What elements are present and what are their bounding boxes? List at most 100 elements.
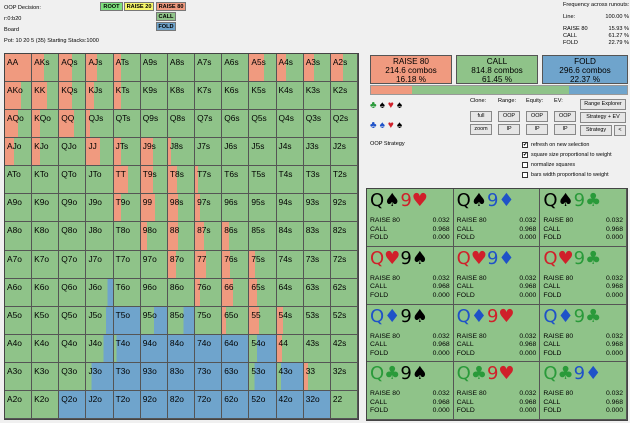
range-ip-button[interactable]: IP [498, 124, 520, 135]
range-cell[interactable]: T7s [195, 166, 223, 195]
checkbox[interactable] [522, 162, 528, 168]
range-cell[interactable]: KQs [59, 82, 87, 111]
range-cell[interactable]: ATs [113, 54, 141, 83]
range-cell[interactable]: J3o [86, 362, 114, 391]
range-cell[interactable]: Q4s [276, 110, 304, 139]
action-box-fold[interactable]: FOLD 296.6 combos 22.37 % [542, 55, 628, 84]
range-cell[interactable]: A6o [5, 278, 33, 307]
range-cell[interactable]: 74s [276, 250, 304, 279]
range-cell[interactable]: J5s [249, 138, 277, 167]
ev-ip-button[interactable]: IP [554, 124, 576, 135]
strategy-ev-button[interactable]: Strategy + EV [580, 112, 626, 123]
range-cell[interactable]: TT [113, 166, 141, 195]
range-cell[interactable]: A9s [140, 54, 168, 83]
range-cell[interactable]: ATo [5, 166, 33, 195]
range-cell[interactable]: 94s [276, 194, 304, 223]
action-box-raise[interactable]: RAISE 80 214.6 combos 16.18 % [370, 55, 452, 84]
range-cell[interactable]: 99 [140, 194, 168, 223]
combo-card[interactable]: Q♠9♦ RAISE 80 0.032 CALL 0.968 FOLD 0.000 [453, 189, 541, 247]
range-cell[interactable]: 96o [140, 278, 168, 307]
range-cell[interactable]: K2o [32, 390, 60, 419]
range-cell[interactable]: 43o [276, 362, 304, 391]
range-cell[interactable]: K7o [32, 250, 60, 279]
range-cell[interactable]: 76o [195, 278, 223, 307]
range-cell[interactable]: 52s [330, 306, 358, 335]
range-cell[interactable]: 76s [222, 250, 250, 279]
range-cell[interactable]: 88 [167, 222, 196, 251]
range-cell[interactable]: 96s [222, 194, 250, 223]
strategy-button[interactable]: Strategy [580, 125, 612, 136]
combo-card[interactable]: Q♥9♣ RAISE 80 0.032 CALL 0.968 FOLD 0.000 [540, 246, 627, 305]
range-cell[interactable]: Q6o [59, 278, 87, 307]
range-cell[interactable]: J7o [86, 250, 114, 279]
range-cell[interactable]: Q4o [59, 334, 87, 363]
range-cell[interactable]: K5o [32, 306, 60, 335]
range-cell[interactable]: 77 [195, 250, 223, 279]
range-cell[interactable]: T3o [113, 362, 141, 391]
range-cell[interactable]: T3s [303, 166, 331, 195]
range-cell[interactable]: 82s [330, 222, 358, 251]
range-cell[interactable]: 85o [167, 306, 196, 335]
range-cell[interactable]: T5s [249, 166, 277, 195]
range-cell[interactable]: Q9s [140, 110, 168, 139]
range-cell[interactable]: K8s [167, 82, 196, 111]
range-cell[interactable]: 86s [222, 222, 250, 251]
range-cell[interactable]: A2o [5, 390, 33, 419]
suit-filter-icon[interactable]: ♣ [370, 120, 377, 131]
range-cell[interactable]: 43s [303, 334, 331, 363]
range-cell[interactable]: 65s [249, 278, 277, 307]
range-cell[interactable]: A4s [276, 54, 304, 83]
range-cell[interactable]: A7o [5, 250, 33, 279]
range-cell[interactable]: 75o [195, 306, 223, 335]
range-cell[interactable]: T8o [113, 222, 141, 251]
range-cell[interactable]: 32s [330, 362, 358, 391]
range-cell[interactable]: 93s [303, 194, 331, 223]
range-cell[interactable]: 54o [249, 334, 277, 363]
range-cell[interactable]: KQo [32, 110, 60, 139]
range-cell[interactable]: T7o [113, 250, 141, 279]
suit-filter-icon[interactable]: ♠ [397, 100, 402, 111]
range-cell[interactable]: Q2s [330, 110, 358, 139]
range-cell[interactable]: K9s [140, 82, 168, 111]
nav-raise-80-button[interactable]: RAISE 80 [156, 2, 186, 11]
range-cell[interactable]: 82o [167, 390, 196, 419]
range-cell[interactable]: 86o [167, 278, 196, 307]
range-cell[interactable]: T5o [113, 306, 141, 335]
range-cell[interactable]: 93o [140, 362, 168, 391]
range-cell[interactable]: QTo [59, 166, 87, 195]
combo-card[interactable]: Q♠9♣ RAISE 80 0.032 CALL 0.968 FOLD 0.000 [540, 189, 627, 247]
range-cell[interactable]: A2s [330, 54, 358, 83]
range-cell[interactable]: J7s [195, 138, 223, 167]
range-cell[interactable]: AA [5, 54, 33, 83]
ev-oop-button[interactable]: OOP [554, 111, 576, 122]
suit-filter-icon[interactable]: ♠ [380, 120, 385, 131]
checkbox[interactable] [522, 172, 528, 178]
range-cell[interactable]: 97s [195, 194, 223, 223]
range-cell[interactable]: Q9o [59, 194, 87, 223]
zoom-button[interactable]: zoom [470, 124, 492, 135]
equity-ip-button[interactable]: IP [526, 124, 548, 135]
range-cell[interactable]: Q5o [59, 306, 87, 335]
range-cell[interactable]: 85s [249, 222, 277, 251]
option-square-size[interactable]: ✔ square size proportional to weight [522, 152, 612, 158]
range-cell[interactable]: A9o [5, 194, 33, 223]
range-cell[interactable]: 66 [222, 278, 250, 307]
full-button[interactable]: full [470, 111, 492, 122]
nav-raise-20-button[interactable]: RAISE 20 [124, 2, 154, 11]
range-cell[interactable]: Q5s [249, 110, 277, 139]
range-cell[interactable]: 84o [167, 334, 196, 363]
range-cell[interactable]: J9s [140, 138, 168, 167]
range-cell[interactable]: 53o [249, 362, 277, 391]
range-cell[interactable]: K4s [276, 82, 304, 111]
range-oop-button[interactable]: OOP [498, 111, 520, 122]
range-cell[interactable]: K2s [330, 82, 358, 111]
range-cell[interactable]: 95o [140, 306, 168, 335]
nav-root-button[interactable]: ROOT [100, 2, 123, 11]
range-cell[interactable]: 83s [303, 222, 331, 251]
range-cell[interactable]: 52o [249, 390, 277, 419]
range-cell[interactable]: J6s [222, 138, 250, 167]
range-cell[interactable]: 63s [303, 278, 331, 307]
range-cell[interactable]: JJ [86, 138, 114, 167]
checkbox[interactable]: ✔ [522, 142, 528, 148]
range-cell[interactable]: KTs [113, 82, 141, 111]
